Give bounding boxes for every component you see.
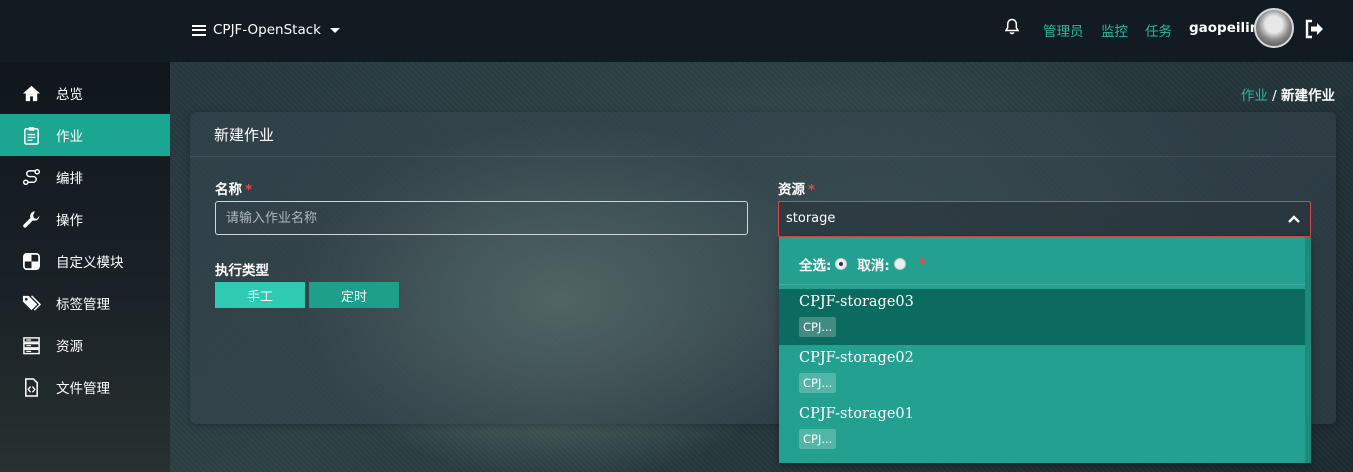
resource-search-input[interactable]: storage <box>778 201 1311 237</box>
sidebar-item-label: 作业 <box>56 129 83 145</box>
cancel-label: 取消: <box>857 258 890 274</box>
option-tag: CPJ... <box>799 429 837 449</box>
option-name: CPJF-storage01 <box>799 406 914 422</box>
sidebar-item-operations[interactable]: 操作 <box>0 198 170 240</box>
page-title: 新建作业 <box>214 126 275 144</box>
cancel-radio[interactable] <box>893 258 906 270</box>
dropdown-option[interactable]: CPJF-storage03 CPJ... <box>779 289 1305 345</box>
required-mark: * <box>918 256 926 272</box>
select-all-label: 全选: <box>799 258 832 274</box>
server-icon <box>23 336 40 354</box>
option-tag: CPJ... <box>799 317 837 337</box>
admin-link[interactable]: 管理员 <box>1043 20 1084 40</box>
divider <box>190 156 1336 157</box>
top-bar: CPJF-OpenStack 管理员 监控 任务 gaopeilin <box>0 0 1353 62</box>
dropdown-scrollbar[interactable] <box>1305 237 1311 463</box>
file-code-icon <box>25 377 38 397</box>
sidebar-item-resources[interactable]: 资源 <box>0 324 170 366</box>
wrench-icon <box>23 210 40 228</box>
name-label-text: 名称 <box>215 182 242 198</box>
monitor-link[interactable]: 监控 <box>1101 20 1128 40</box>
sidebar-item-custom-modules[interactable]: 自定义模块 <box>0 240 170 282</box>
select-controls: 全选: 取消: * <box>799 255 926 274</box>
route-icon <box>22 168 41 185</box>
sidebar-item-tags[interactable]: 标签管理 <box>0 282 170 324</box>
resource-search-value: storage <box>786 211 836 226</box>
sidebar-item-label: 自定义模块 <box>56 255 124 271</box>
option-tag: CPJ... <box>799 373 837 393</box>
option-name: CPJF-storage02 <box>799 350 914 366</box>
job-name-input[interactable] <box>215 201 748 235</box>
project-name: CPJF-OpenStack <box>213 22 321 38</box>
breadcrumb: 作业 / 新建作业 <box>1241 84 1335 104</box>
breadcrumb-current: 新建作业 <box>1281 88 1335 104</box>
dropdown-option[interactable]: CPJF-storage02 CPJ... <box>779 345 1305 401</box>
name-label: 名称 * <box>215 178 252 198</box>
tags-icon <box>22 294 41 311</box>
caret-down-icon <box>330 27 340 33</box>
avatar[interactable] <box>1254 8 1294 48</box>
required-mark: * <box>245 182 253 198</box>
sidebar-item-label: 总览 <box>56 87 83 103</box>
sidebar-item-label: 文件管理 <box>56 381 110 397</box>
module-icon <box>23 252 40 270</box>
manual-type-button[interactable]: 手工 <box>215 282 305 308</box>
sidebar-item-orchestration[interactable]: 编排 <box>0 156 170 198</box>
breadcrumb-separator: / <box>1272 88 1277 104</box>
home-icon <box>22 85 41 101</box>
sidebar-item-label: 标签管理 <box>56 297 110 313</box>
sidebar-item-label: 编排 <box>56 171 83 187</box>
list-icon <box>192 24 206 36</box>
sidebar-item-jobs[interactable]: 作业 <box>0 114 170 156</box>
logout-icon[interactable] <box>1304 19 1324 39</box>
dropdown-option[interactable]: CPJF-storage01 CPJ... <box>779 401 1305 457</box>
breadcrumb-parent[interactable]: 作业 <box>1241 88 1268 104</box>
sidebar-item-label: 资源 <box>56 339 83 355</box>
tasks-link[interactable]: 任务 <box>1145 20 1172 40</box>
sidebar-item-files[interactable]: 文件管理 <box>0 366 170 408</box>
chevron-up-icon[interactable] <box>1287 212 1301 226</box>
resource-dropdown: 全选: 取消: * CPJF-storage03 CPJ... CPJF-sto… <box>779 237 1311 463</box>
execution-type-label: 执行类型 <box>215 263 269 279</box>
option-name: CPJF-storage03 <box>799 294 914 310</box>
required-mark: * <box>808 182 816 198</box>
select-all-radio[interactable] <box>835 258 848 270</box>
bell-icon[interactable] <box>1004 18 1020 36</box>
sidebar-item-label: 操作 <box>56 213 83 229</box>
username[interactable]: gaopeilin <box>1189 20 1259 36</box>
clipboard-icon <box>24 126 39 145</box>
divider <box>779 284 1311 285</box>
project-switcher[interactable]: CPJF-OpenStack <box>192 20 340 40</box>
scheduled-type-button[interactable]: 定时 <box>309 282 399 308</box>
sidebar-item-overview[interactable]: 总览 <box>0 72 170 114</box>
resource-label: 资源 * <box>778 178 815 198</box>
sidebar: 总览 作业 编排 操作 自定义模块 标签管理 资源 文件管理 <box>0 62 170 472</box>
resource-label-text: 资源 <box>778 182 805 198</box>
